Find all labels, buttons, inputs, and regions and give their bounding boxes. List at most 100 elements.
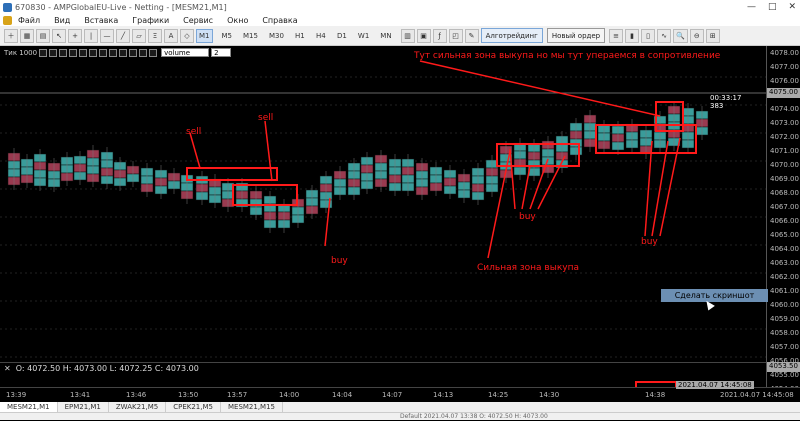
tf-h4[interactable]: H4 — [314, 29, 328, 43]
tf-h1[interactable]: H1 — [293, 29, 307, 43]
status-bar: Default 2021.04.07 13:38 O: 4072.50 H: 4… — [0, 412, 800, 420]
tf-m5[interactable]: M5 — [220, 29, 235, 43]
app-logo-icon — [3, 15, 12, 25]
menu-help[interactable]: Справка — [262, 16, 297, 25]
minimize-icon[interactable]: — — [747, 0, 756, 14]
price-label: 4067.00 — [770, 203, 799, 211]
menu-window[interactable]: Окно — [227, 16, 248, 25]
annotation-buy-3: buy — [641, 237, 658, 247]
price-label: 4066.00 — [770, 217, 799, 225]
menu-insert[interactable]: Вставка — [84, 16, 118, 25]
time-label: 13:50 — [178, 391, 199, 399]
trendline-icon[interactable]: ╱ — [116, 28, 130, 43]
channel-icon[interactable]: ▱ — [132, 28, 146, 43]
menu-service[interactable]: Сервис — [183, 16, 213, 25]
new-chart-icon[interactable]: ＋ — [4, 28, 18, 43]
chart-area[interactable]: Тик 1000 volume 2 Тут сильная зона выкуп… — [0, 46, 766, 387]
indicators-icon[interactable]: ƒ — [432, 28, 447, 43]
price-label: 4068.00 — [770, 189, 799, 197]
tf-m30[interactable]: M30 — [267, 29, 286, 43]
tf-m1[interactable]: M1 — [196, 28, 213, 43]
make-screenshot-button[interactable]: Сделать скриншот — [661, 289, 768, 302]
time-label: 14:07 — [382, 391, 403, 399]
algo-trading-button[interactable]: Алготрейдинг — [480, 28, 543, 43]
price-highlight-top: 4075.00 — [767, 88, 800, 98]
time-label: 14:13 — [433, 391, 454, 399]
menu-file[interactable]: Файл — [18, 16, 40, 25]
algo-trading-label: Алготрейдинг — [485, 31, 538, 40]
hline-icon[interactable]: — — [100, 28, 114, 43]
chart-line-icon[interactable]: ∿ — [657, 28, 672, 43]
price-label: 4062.00 — [770, 273, 799, 281]
price-label: 4076.00 — [770, 77, 799, 85]
window-title: 670830 - AMPGlobalEU-Live - Netting - [M… — [15, 2, 227, 12]
tab-cpek21-m5[interactable]: CPEK21,M5 — [166, 402, 221, 412]
price-label: 4072.00 — [770, 133, 799, 141]
price-label: 4061.00 — [770, 287, 799, 295]
time-label: 13:46 — [126, 391, 147, 399]
annotation-arrow — [264, 120, 273, 182]
tf-w1[interactable]: W1 — [356, 29, 371, 43]
cursor-icon[interactable]: ↖ — [52, 28, 66, 43]
price-label: 4065.00 — [770, 231, 799, 239]
ohlc-bar: ✕ O: 4072.50 H: 4073.00 L: 4072.25 C: 40… — [0, 362, 766, 374]
price-label: 4064.00 — [770, 245, 799, 253]
tf-mn[interactable]: MN — [378, 29, 393, 43]
footprint-chart — [0, 60, 766, 387]
price-label: 4055.00 — [770, 371, 799, 379]
crosshair-time: 2021.04.07 14:45:08 — [676, 381, 754, 389]
annotation-buy-1: buy — [331, 256, 348, 266]
objects-icon[interactable]: ◰ — [448, 28, 463, 43]
tf-d1[interactable]: D1 — [335, 29, 349, 43]
zoom-out-icon[interactable]: ⊖ — [689, 28, 704, 43]
crosshair-icon[interactable]: + — [68, 28, 82, 43]
tab-mesm21-m15[interactable]: MESM21,M15 — [221, 402, 284, 412]
chart-candles-icon[interactable]: ▯ — [641, 28, 656, 43]
price-label: 4057.00 — [770, 343, 799, 351]
close-icon[interactable]: ✕ — [788, 0, 796, 14]
zoom-in-icon[interactable]: 🔍 — [673, 28, 688, 43]
time-axis-right-date: 2021.04.07 14:45:08 — [720, 391, 794, 399]
tab-mesm21-m1[interactable]: MESM21,M1 — [0, 402, 58, 412]
ideas-icon[interactable]: ✎ — [464, 28, 479, 43]
price-label: 4073.00 — [770, 119, 799, 127]
maximize-icon[interactable]: □ — [768, 0, 777, 14]
tab-epm21-m1[interactable]: EPM21,M1 — [58, 402, 109, 412]
chart-type-icon[interactable]: ▥ — [400, 28, 415, 43]
chart-bars-icon[interactable]: ▮ — [625, 28, 640, 43]
time-label: 14:25 — [488, 391, 509, 399]
annotation-arrow — [419, 60, 661, 117]
fibo-icon[interactable]: Ξ — [148, 28, 162, 43]
tab-zwak21-m5[interactable]: ZWAK21,M5 — [109, 402, 167, 412]
price-label: 4058.00 — [770, 329, 799, 337]
tf-m15[interactable]: M15 — [241, 29, 260, 43]
price-label: 4069.00 — [770, 175, 799, 183]
shapes-icon[interactable]: ◇ — [180, 28, 194, 43]
bar-timer: 00:33:17 — [710, 94, 742, 102]
chart-tabs: MESM21,M1 EPM21,M1 ZWAK21,M5 CPEK21,M5 M… — [0, 402, 800, 412]
bar-timer-value: 383 — [710, 102, 724, 110]
tools-icon[interactable]: ✕ — [4, 364, 11, 373]
ohlc-values: O: 4072.50 H: 4073.00 L: 4072.25 C: 4073… — [15, 364, 199, 373]
navigator-icon[interactable]: ▤ — [36, 28, 50, 43]
price-label: 4070.00 — [770, 161, 799, 169]
time-axis[interactable]: 13:39 13:41 13:46 13:50 13:57 14:00 14:04 14:07… — [0, 381, 800, 401]
templates-icon[interactable]: ▣ — [416, 28, 431, 43]
text-icon[interactable]: A — [164, 28, 178, 43]
price-label: 4071.00 — [770, 147, 799, 155]
menu-view[interactable]: Вид — [54, 16, 70, 25]
menu-bar: Файл Вид Вставка Графики Сервис Окно Спр… — [0, 14, 800, 26]
time-label: 14:04 — [332, 391, 353, 399]
annotation-sell-2: sell — [258, 113, 274, 123]
vline-icon[interactable]: | — [84, 28, 98, 43]
annotation-resistance: Тут сильная зона выкупа но мы тут уперае… — [414, 51, 721, 61]
menu-charts[interactable]: Графики — [132, 16, 169, 25]
new-order-button[interactable]: Новый ордер — [546, 28, 606, 43]
price-label: 4078.00 — [770, 49, 799, 57]
price-label: 4063.00 — [770, 259, 799, 267]
tile-icon[interactable]: ⊞ — [705, 28, 720, 43]
time-label: 14:38 — [645, 391, 666, 399]
depth-icon[interactable]: ≡ — [609, 28, 624, 43]
profiles-icon[interactable]: ▦ — [20, 28, 34, 43]
toolbar: ＋ ▦ ▤ ↖ + | — ╱ ▱ Ξ A ◇ M1 M5 M15 M30 H1… — [0, 26, 800, 46]
